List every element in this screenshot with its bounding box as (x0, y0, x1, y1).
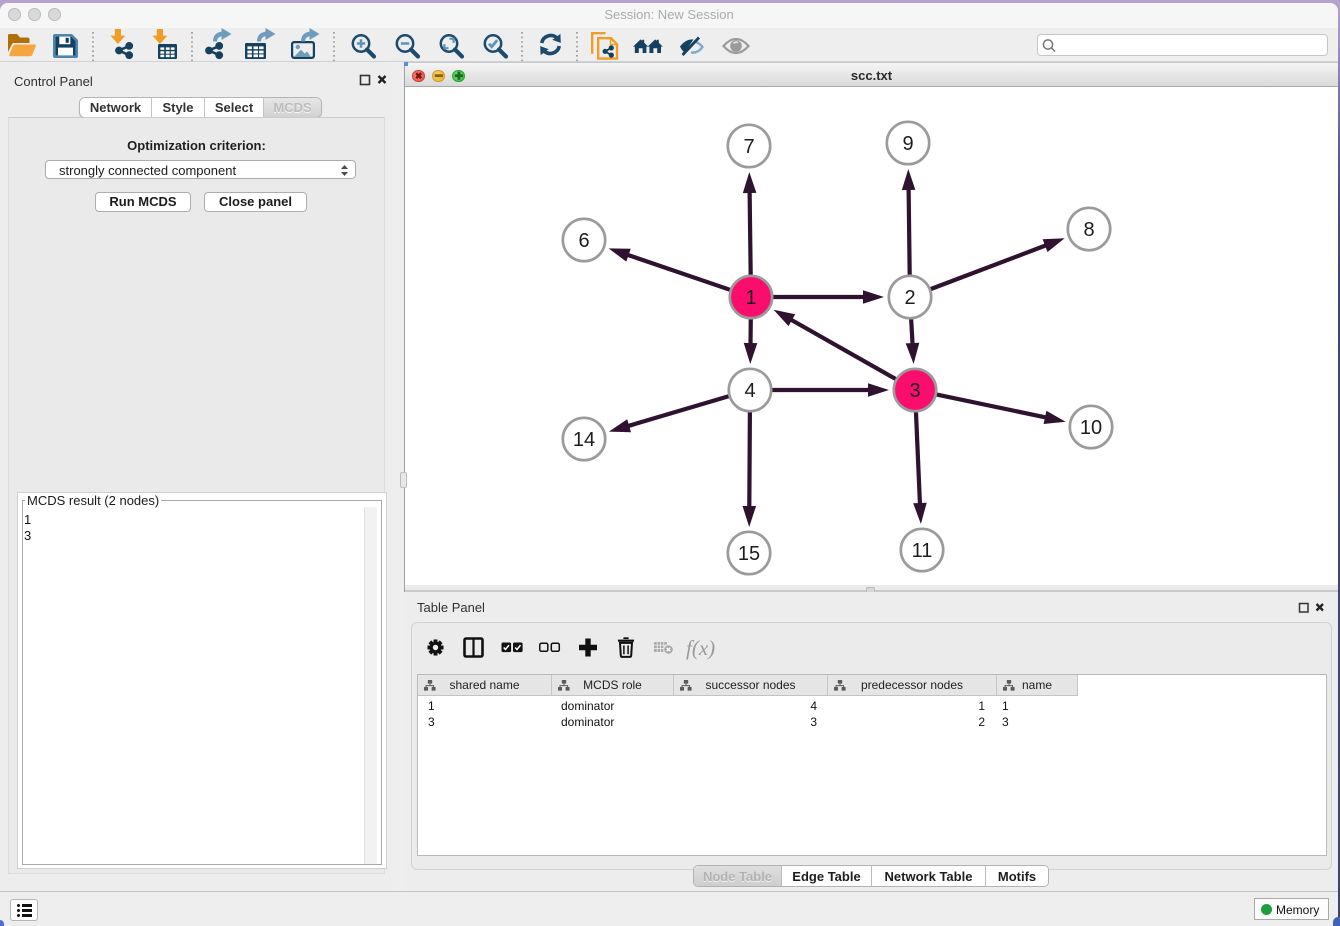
svg-text:2: 2 (904, 287, 915, 309)
svg-text:f(x): f(x) (686, 636, 715, 660)
svg-text:7: 7 (743, 136, 754, 158)
svg-text:3: 3 (909, 380, 920, 402)
svg-text:9: 9 (902, 133, 913, 155)
svg-text:10: 10 (1080, 417, 1102, 439)
svg-text:14: 14 (573, 429, 595, 451)
svg-text:1: 1 (745, 287, 756, 309)
svg-text:15: 15 (738, 543, 760, 565)
svg-text:6: 6 (578, 230, 589, 252)
svg-text:4: 4 (744, 380, 755, 402)
svg-text:11: 11 (912, 540, 933, 562)
svg-text:8: 8 (1083, 219, 1094, 241)
